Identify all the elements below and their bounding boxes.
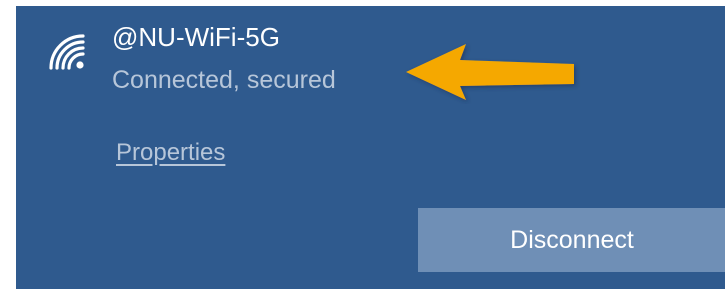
disconnect-button[interactable]: Disconnect (418, 208, 725, 272)
arrow-left-icon (406, 44, 574, 100)
network-name: @NU-WiFi-5G (112, 22, 280, 52)
connection-status: Connected, secured (112, 66, 336, 94)
properties-link[interactable]: Properties (116, 137, 225, 169)
wifi-signal-icon (49, 34, 85, 70)
screenshot-frame: @NU-WiFi-5G Connected, secured Propertie… (0, 0, 725, 295)
wifi-network-panel: @NU-WiFi-5G Connected, secured Propertie… (16, 6, 725, 289)
